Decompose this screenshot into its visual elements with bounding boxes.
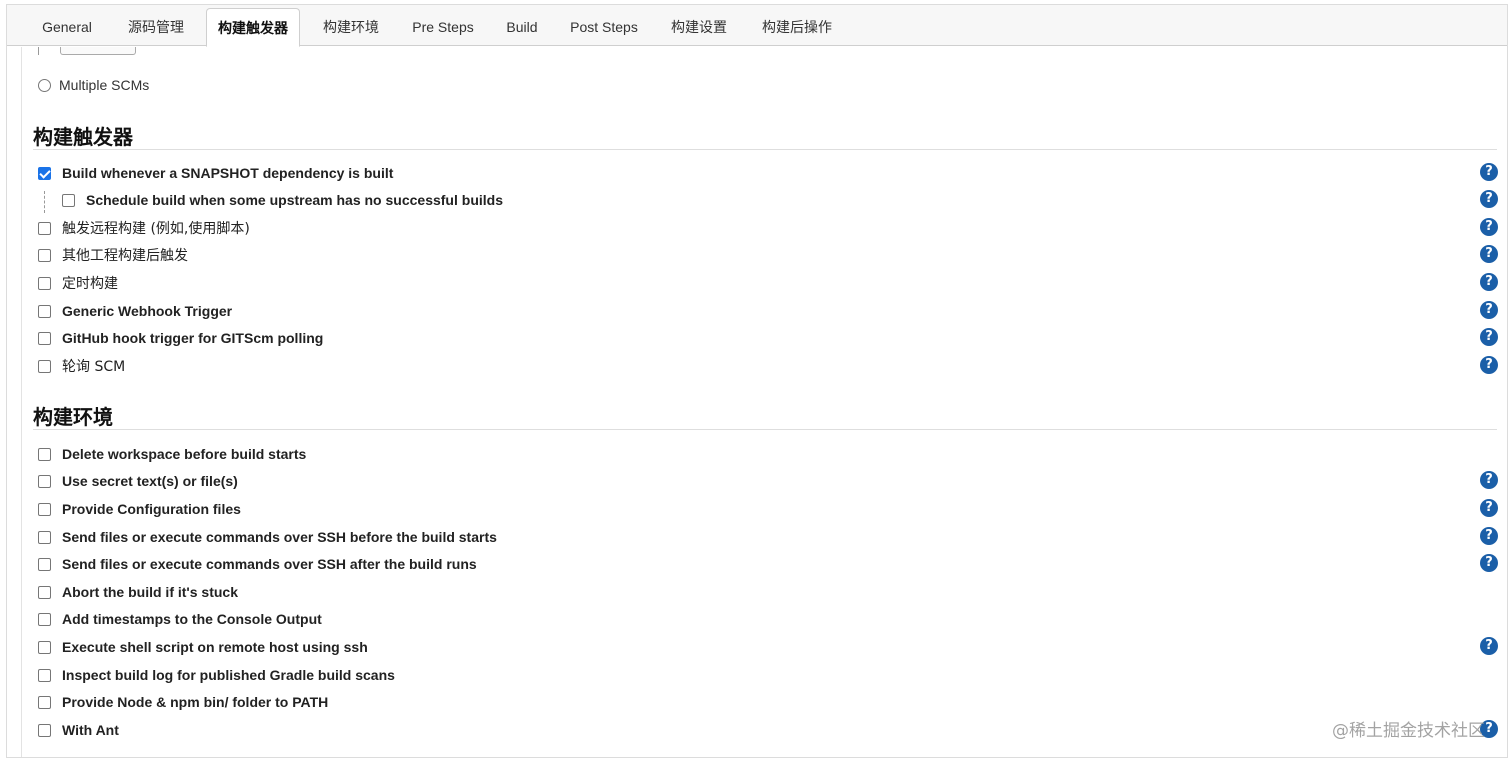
tree-connector	[38, 47, 39, 55]
help-icon[interactable]: ?	[1480, 301, 1498, 319]
multiple-scms-radio[interactable]	[38, 78, 51, 92]
option-label: Send files or execute commands over SSH …	[62, 529, 497, 545]
env-option-delete-workspace[interactable]: Delete workspace before build starts	[38, 444, 1498, 464]
option-label: 触发远程构建 (例如,使用脚本)	[62, 221, 250, 237]
env-option-timestamps[interactable]: Add timestamps to the Console Output	[38, 609, 1498, 629]
env-option-abort-stuck[interactable]: Abort the build if it's stuck	[38, 582, 1498, 602]
tab-build[interactable]: Build	[497, 8, 547, 46]
tab-build-environment[interactable]: 构建环境	[313, 8, 389, 46]
trigger-option-generic-webhook[interactable]: Generic Webhook Trigger ?	[38, 301, 1498, 321]
checkbox[interactable]	[38, 331, 51, 345]
tab-pre-steps[interactable]: Pre Steps	[403, 8, 483, 46]
tab-post-steps[interactable]: Post Steps	[563, 8, 645, 46]
checkbox[interactable]	[38, 276, 51, 290]
help-icon[interactable]: ?	[1480, 637, 1498, 655]
option-label: Add timestamps to the Console Output	[62, 611, 322, 627]
checkbox[interactable]	[38, 447, 51, 461]
tab-build-triggers[interactable]: 构建触发器	[206, 8, 300, 47]
checkbox[interactable]	[38, 557, 51, 571]
tab-general[interactable]: General	[33, 8, 101, 46]
env-option-gradle-scans[interactable]: Inspect build log for published Gradle b…	[38, 665, 1498, 685]
checkbox[interactable]	[38, 221, 51, 235]
config-content: Multiple SCMs 构建触发器 Build whenever a SNA…	[21, 47, 1501, 757]
checkbox[interactable]	[38, 585, 51, 599]
cropped-button[interactable]	[60, 47, 136, 55]
indent-guide	[44, 191, 45, 213]
section-divider	[33, 149, 1497, 150]
option-label: Send files or execute commands over SSH …	[62, 556, 477, 572]
help-icon[interactable]: ?	[1480, 273, 1498, 291]
trigger-option-snapshot-dependency[interactable]: Build whenever a SNAPSHOT dependency is …	[38, 163, 1498, 183]
help-icon[interactable]: ?	[1480, 218, 1498, 236]
help-icon[interactable]: ?	[1480, 163, 1498, 181]
option-label: 轮询 SCM	[62, 359, 126, 375]
checkbox[interactable]	[38, 723, 51, 737]
section-divider	[33, 429, 1497, 430]
trigger-option-schedule-upstream[interactable]: Schedule build when some upstream has no…	[62, 190, 1498, 210]
help-icon[interactable]: ?	[1480, 554, 1498, 572]
option-label: 其他工程构建后触发	[62, 248, 188, 264]
option-label: GitHub hook trigger for GITScm polling	[62, 330, 324, 346]
checkbox[interactable]	[38, 640, 51, 654]
trigger-option-poll-scm[interactable]: 轮询 SCM ?	[38, 356, 1498, 376]
checkbox[interactable]	[38, 668, 51, 682]
trigger-option-remote-build[interactable]: 触发远程构建 (例如,使用脚本) ?	[38, 218, 1498, 238]
option-label: Use secret text(s) or file(s)	[62, 473, 238, 489]
option-label: With Ant	[62, 722, 119, 738]
checkbox[interactable]	[62, 193, 75, 207]
multiple-scms-option[interactable]: Multiple SCMs	[38, 76, 149, 94]
checkbox[interactable]	[38, 248, 51, 262]
checkbox[interactable]	[38, 502, 51, 516]
checkbox[interactable]	[38, 359, 51, 373]
env-option-ssh-after[interactable]: Send files or execute commands over SSH …	[38, 554, 1498, 574]
option-label: Inspect build log for published Gradle b…	[62, 667, 395, 683]
help-icon[interactable]: ?	[1480, 499, 1498, 517]
env-option-secret-text[interactable]: Use secret text(s) or file(s) ?	[38, 471, 1498, 491]
option-label: Delete workspace before build starts	[62, 446, 307, 462]
option-label: Abort the build if it's stuck	[62, 584, 238, 600]
config-panel: General 源码管理 构建触发器 构建环境 Pre Steps Build …	[6, 4, 1508, 758]
env-option-with-ant[interactable]: With Ant ?	[38, 720, 1498, 740]
option-label: Provide Configuration files	[62, 501, 241, 517]
tab-bar: General 源码管理 构建触发器 构建环境 Pre Steps Build …	[7, 5, 1507, 47]
help-icon[interactable]: ?	[1480, 245, 1498, 263]
checkbox-checked[interactable]	[38, 166, 51, 180]
trigger-option-github-hook[interactable]: GitHub hook trigger for GITScm polling ?	[38, 328, 1498, 348]
tab-source-management[interactable]: 源码管理	[119, 8, 193, 46]
trigger-option-after-other-projects[interactable]: 其他工程构建后触发 ?	[38, 245, 1498, 265]
checkbox[interactable]	[38, 474, 51, 488]
option-label: Schedule build when some upstream has no…	[86, 192, 503, 208]
checkbox[interactable]	[38, 530, 51, 544]
multiple-scms-label: Multiple SCMs	[59, 77, 150, 93]
env-option-ssh-before[interactable]: Send files or execute commands over SSH …	[38, 527, 1498, 547]
help-icon[interactable]: ?	[1480, 190, 1498, 208]
option-label: Provide Node & npm bin/ folder to PATH	[62, 694, 329, 710]
checkbox[interactable]	[38, 304, 51, 318]
checkbox[interactable]	[38, 612, 51, 626]
env-option-config-files[interactable]: Provide Configuration files ?	[38, 499, 1498, 519]
help-icon[interactable]: ?	[1480, 471, 1498, 489]
option-label: Execute shell script on remote host usin…	[62, 639, 368, 655]
trigger-option-scheduled-build[interactable]: 定时构建 ?	[38, 273, 1498, 293]
tab-build-settings[interactable]: 构建设置	[661, 8, 737, 46]
watermark: @稀土掘金技术社区	[1332, 721, 1485, 741]
checkbox[interactable]	[38, 695, 51, 709]
env-option-remote-shell[interactable]: Execute shell script on remote host usin…	[38, 637, 1498, 657]
help-icon[interactable]: ?	[1480, 527, 1498, 545]
option-label: 定时构建	[62, 276, 118, 292]
option-label: Generic Webhook Trigger	[62, 303, 233, 319]
section-title-build-environment: 构建环境	[33, 405, 113, 429]
section-title-build-triggers: 构建触发器	[33, 125, 133, 149]
help-icon[interactable]: ?	[1480, 328, 1498, 346]
tab-post-build-actions[interactable]: 构建后操作	[752, 8, 842, 46]
help-icon[interactable]: ?	[1480, 356, 1498, 374]
option-label: Build whenever a SNAPSHOT dependency is …	[62, 165, 394, 181]
env-option-node-npm[interactable]: Provide Node & npm bin/ folder to PATH	[38, 692, 1498, 712]
